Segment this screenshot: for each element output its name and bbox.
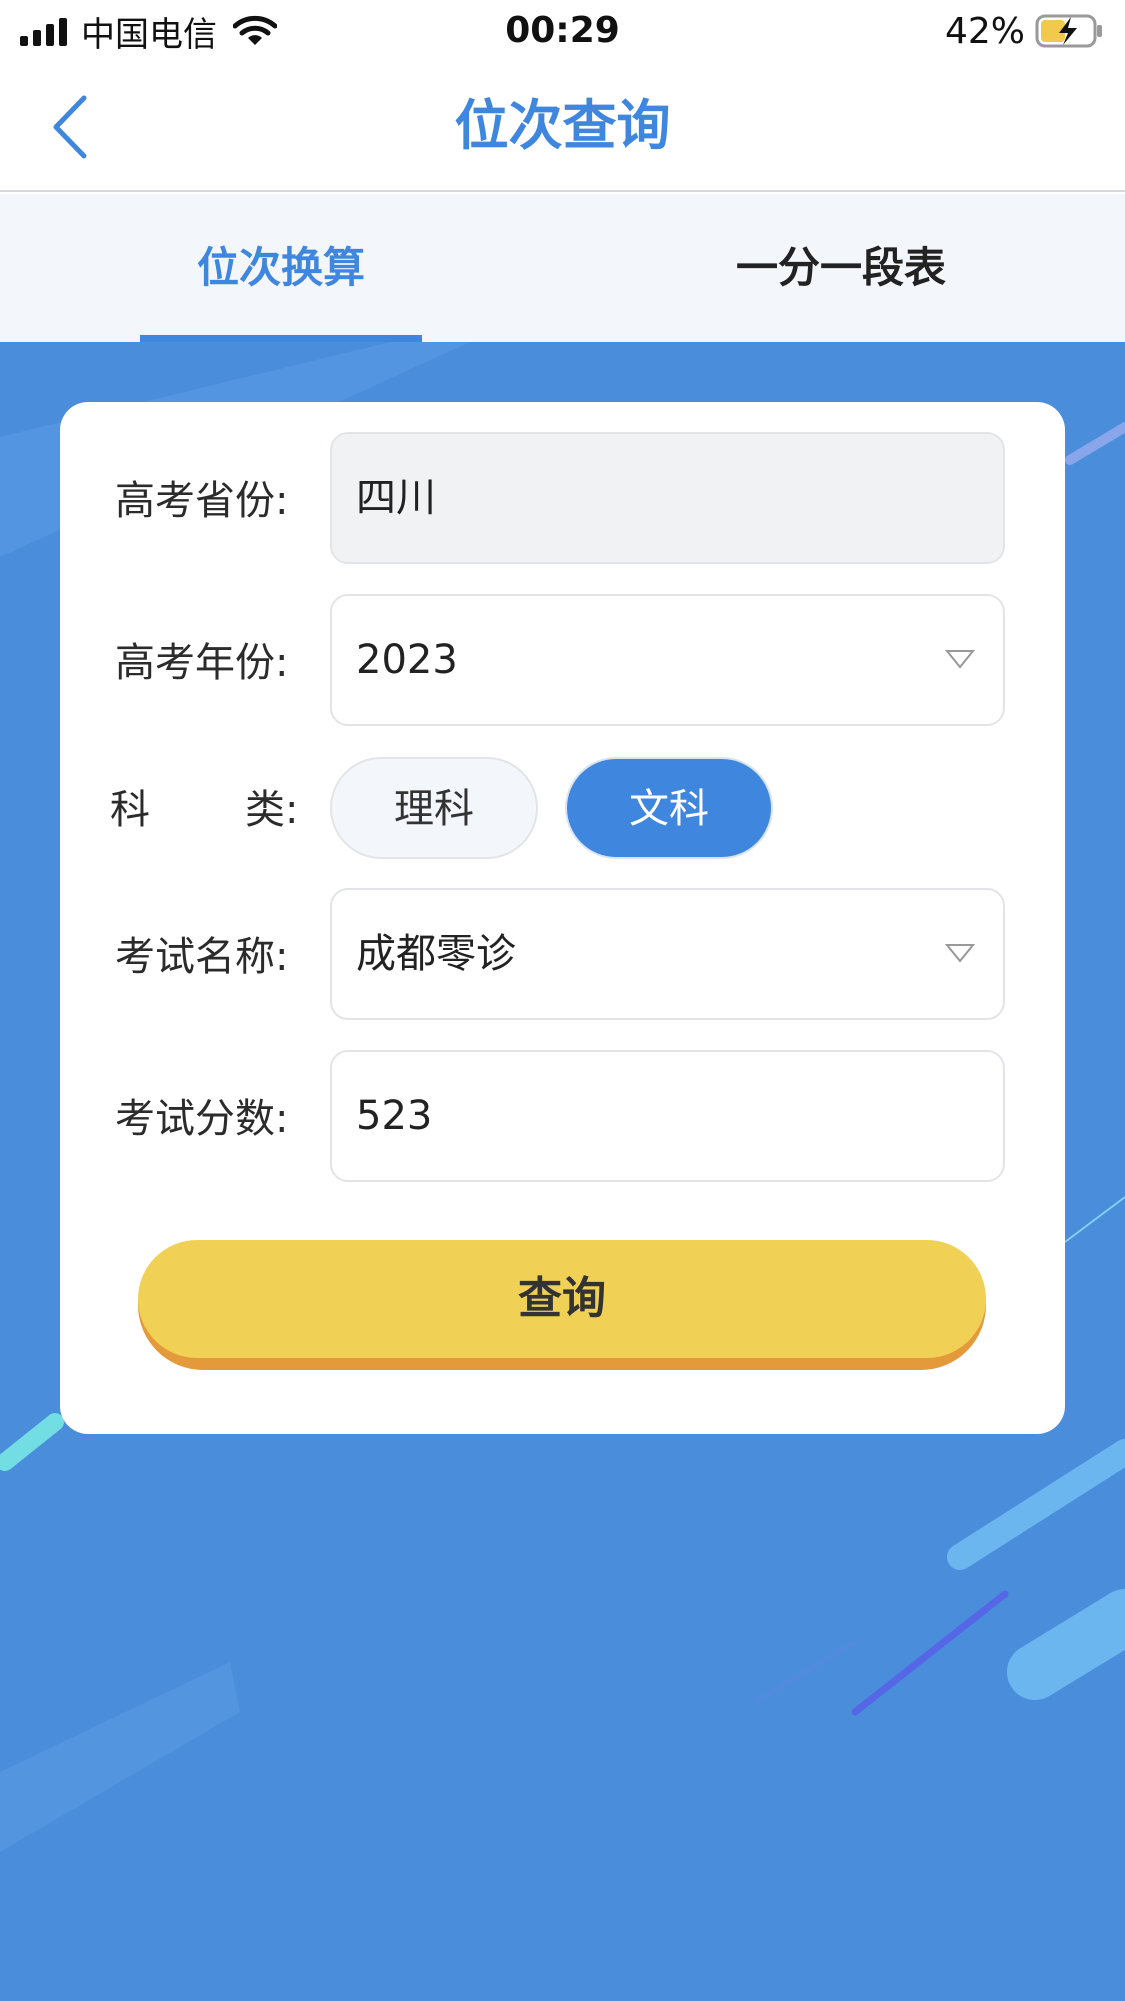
active-tab-indicator: [140, 335, 422, 342]
rank-query-form-card: 高考省份: 四川 高考年份: 2023 科 类: 理科 文科 考试名称: 成都零…: [60, 402, 1065, 1434]
province-value: 四川: [356, 475, 436, 521]
subject-label-right: 类:: [245, 787, 299, 833]
year-select[interactable]: 2023: [330, 594, 1005, 726]
score-label: 考试分数:: [115, 1096, 289, 1142]
page: 中国电信 00:29 42% 位次查询 位次换算 一分一段表 高考省份: 四川 …: [0, 0, 1125, 2001]
subject-option-liberal-arts[interactable]: 文科: [565, 757, 773, 859]
tab-score-distribution-table[interactable]: 一分一段表: [700, 194, 982, 342]
navigation-bar: 位次查询: [0, 62, 1125, 192]
subject-option-science[interactable]: 理科: [330, 757, 538, 859]
tab-bar: 位次换算 一分一段表: [0, 194, 1125, 342]
page-title: 位次查询: [454, 94, 671, 157]
battery-charging-icon: [1035, 14, 1102, 48]
query-button[interactable]: 查询: [138, 1240, 986, 1370]
tab-rank-conversion[interactable]: 位次换算: [140, 194, 422, 342]
battery-percent: 42%: [944, 10, 1025, 52]
year-value: 2023: [356, 637, 458, 683]
triangle-down-icon: [945, 944, 975, 963]
subject-label-left: 科: [110, 787, 150, 833]
status-bar: 中国电信 00:29 42%: [0, 0, 1125, 62]
exam-name-value: 成都零诊: [356, 931, 516, 977]
exam-name-select[interactable]: 成都零诊: [330, 888, 1005, 1020]
score-value: 523: [356, 1093, 433, 1139]
exam-name-label: 考试名称:: [115, 934, 289, 980]
province-field: 四川: [330, 432, 1005, 564]
query-button-label: 查询: [138, 1240, 986, 1358]
province-label: 高考省份:: [115, 478, 289, 524]
year-label: 高考年份:: [115, 640, 289, 686]
triangle-down-icon: [945, 650, 975, 669]
score-input[interactable]: 523: [330, 1050, 1005, 1182]
